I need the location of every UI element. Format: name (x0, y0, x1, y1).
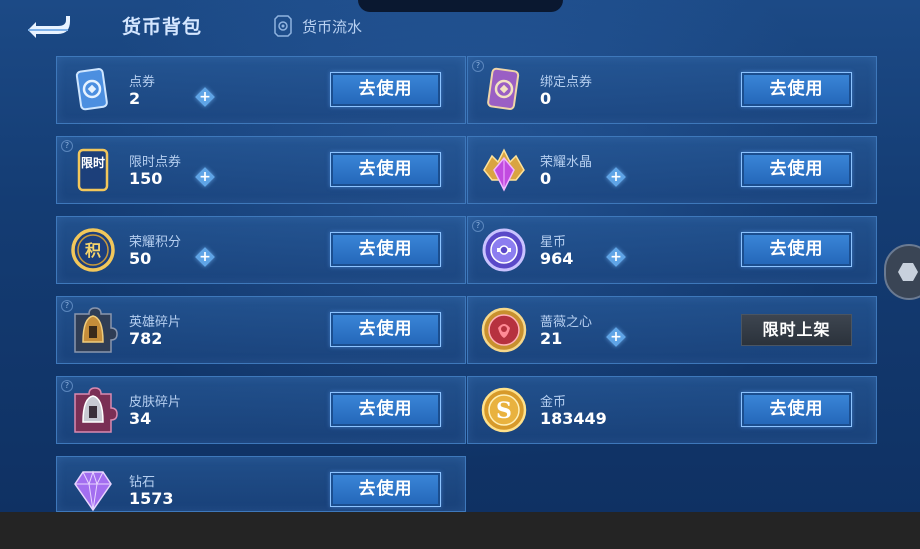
currency-name: 荣耀水晶 (540, 155, 593, 170)
rose-heart-icon (478, 304, 530, 356)
gold-coin-icon: S (478, 384, 530, 436)
header: 货币背包 货币流水 (0, 0, 920, 52)
currency-count: 964 (540, 249, 574, 268)
use-button[interactable]: 去使用 (330, 152, 441, 187)
currency-count: 150 (129, 169, 163, 188)
currency-count: 1573 (129, 489, 174, 508)
points-text: 积 (85, 241, 101, 260)
add-button[interactable]: + (195, 87, 215, 107)
limited-ticket-icon: 限时 (67, 144, 119, 196)
glory-crystal-icon (478, 144, 530, 196)
currency-count: 34 (129, 409, 152, 428)
use-button[interactable]: 去使用 (741, 232, 852, 267)
plus-icon: + (610, 169, 622, 185)
star-coin-icon (478, 224, 530, 276)
currency-name: 荣耀积分 (129, 235, 182, 250)
use-button[interactable]: 去使用 (330, 392, 441, 427)
flow-icon (274, 15, 292, 37)
use-button[interactable]: 去使用 (741, 72, 852, 107)
currency-name: 英雄碎片 (129, 315, 182, 330)
currency-card-glory-crystal: 荣耀水晶 0 + 去使用 (467, 136, 877, 204)
limited-text: 限时 (81, 155, 105, 170)
currency-card-diamond: 钻石 1573 去使用 (56, 456, 466, 512)
plus-icon: + (199, 169, 211, 185)
currency-name: 绑定点券 (540, 75, 593, 90)
glory-points-icon: 积 (67, 224, 119, 276)
add-button[interactable]: + (195, 167, 215, 187)
currency-flow-link[interactable]: 货币流水 (274, 14, 362, 38)
currency-name: 皮肤碎片 (129, 395, 182, 410)
plus-icon: + (199, 89, 211, 105)
limited-release-button[interactable]: 限时上架 (741, 314, 852, 346)
use-button[interactable]: 去使用 (330, 312, 441, 347)
currency-card-ticket: 点券 2 + 去使用 (56, 56, 466, 124)
currency-count: 50 (129, 249, 152, 268)
plus-icon: + (610, 329, 622, 345)
use-button[interactable]: 去使用 (330, 232, 441, 267)
back-arrow-icon (28, 16, 70, 38)
bound-ticket-icon (478, 64, 530, 116)
currency-name: 蔷薇之心 (540, 315, 593, 330)
hexagon-icon (898, 263, 918, 281)
back-button[interactable] (24, 12, 72, 38)
flow-label: 货币流水 (302, 17, 363, 36)
currency-name: 金币 (540, 395, 567, 410)
gold-text: S (496, 398, 512, 424)
add-button[interactable]: + (195, 247, 215, 267)
use-button[interactable]: 去使用 (330, 72, 441, 107)
hero-fragment-icon (67, 304, 119, 356)
plus-icon: + (199, 249, 211, 265)
currency-card-star-coin: ? 星币 964 + 去使用 (467, 216, 877, 284)
plus-icon: + (610, 249, 622, 265)
diamond-icon (67, 464, 119, 516)
currency-count: 782 (129, 329, 163, 348)
currency-count: 21 (540, 329, 563, 348)
ticket-icon (67, 64, 119, 116)
currency-name: 钻石 (129, 475, 156, 490)
use-button[interactable]: 去使用 (741, 392, 852, 427)
side-menu-handle[interactable] (884, 244, 920, 300)
add-button[interactable]: + (606, 247, 626, 267)
currency-card-gold-coin: S 金币 183449 去使用 (467, 376, 877, 444)
skin-fragment-icon (67, 384, 119, 436)
currency-name: 限时点券 (129, 155, 182, 170)
currency-count: 0 (540, 89, 552, 108)
currency-count: 2 (129, 89, 141, 108)
add-button[interactable]: + (606, 167, 626, 187)
use-button[interactable]: 去使用 (330, 472, 441, 507)
currency-card-limited-ticket: ? 限时 限时点券 150 + 去使用 (56, 136, 466, 204)
currency-count: 183449 (540, 409, 607, 428)
currency-card-rose-heart: 蔷薇之心 21 + 限时上架 (467, 296, 877, 364)
currency-card-hero-fragment: ? 英雄碎片 782 去使用 (56, 296, 466, 364)
currency-name: 星币 (540, 235, 567, 250)
bottom-bar (0, 512, 920, 549)
currency-card-glory-points: 积 荣耀积分 50 + 去使用 (56, 216, 466, 284)
currency-card-bound-ticket: ? 绑定点券 0 去使用 (467, 56, 877, 124)
use-button[interactable]: 去使用 (741, 152, 852, 187)
currency-name: 点券 (129, 75, 156, 90)
add-button[interactable]: + (606, 327, 626, 347)
currency-count: 0 (540, 169, 552, 188)
page-title: 货币背包 (122, 16, 203, 38)
currency-card-skin-fragment: ? 皮肤碎片 34 去使用 (56, 376, 466, 444)
